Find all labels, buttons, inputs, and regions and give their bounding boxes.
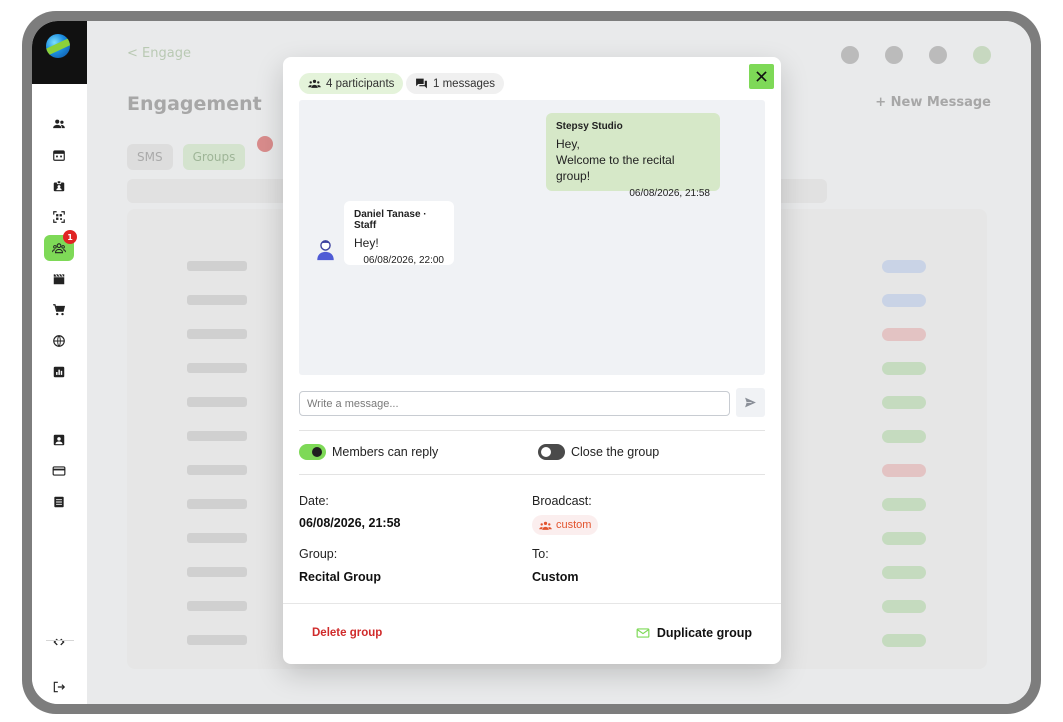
groups-icon <box>52 243 66 254</box>
mail-icon <box>636 628 650 638</box>
clapperboard-icon <box>53 274 65 285</box>
group-details-modal: 4 participants 1 messages Stepsy Studio … <box>283 57 781 664</box>
sidebar-item-qr-scan[interactable] <box>44 204 74 230</box>
broadcast-chip: custom <box>532 515 599 535</box>
participants-pill[interactable]: 4 participants <box>299 73 404 94</box>
divider <box>299 430 765 431</box>
group-value: Recital Group <box>299 570 381 584</box>
contact-card-icon <box>53 434 65 446</box>
sidebar-divider <box>46 640 74 641</box>
calendar-icon <box>53 150 65 161</box>
date-value: 06/08/2026, 21:58 <box>299 516 401 530</box>
sidebar-item-contacts[interactable] <box>44 427 74 453</box>
messages-count: 1 messages <box>433 77 496 90</box>
chart-icon <box>53 366 65 378</box>
logo-container <box>32 21 87 84</box>
sidebar-item-logout[interactable] <box>44 674 74 700</box>
messages-pill[interactable]: 1 messages <box>406 73 505 94</box>
members-reply-setting: Members can reply <box>299 444 438 460</box>
chat-thread[interactable]: Stepsy Studio Hey, Welcome to the recita… <box>299 100 765 375</box>
tab-badge <box>257 136 273 152</box>
message-text: Hey, <box>556 137 580 151</box>
sidebar-item-reports[interactable] <box>44 359 74 385</box>
message-author: Stepsy Studio <box>556 121 623 132</box>
sidebar: 1 <box>32 21 87 704</box>
top-toolbar <box>841 46 991 64</box>
group-icon <box>539 521 552 530</box>
sidebar-item-people[interactable] <box>44 111 74 137</box>
participants-count: 4 participants <box>326 77 395 90</box>
send-icon <box>745 397 756 408</box>
duplicate-group-button[interactable]: Duplicate group <box>636 626 752 640</box>
participants-icon <box>308 79 321 88</box>
globe-icon <box>53 335 65 347</box>
delete-group-button[interactable]: Delete group <box>312 627 382 639</box>
to-label: To: <box>532 547 549 561</box>
tab-groups: Groups <box>182 144 246 170</box>
notification-badge: 1 <box>63 230 77 244</box>
credit-card-icon <box>52 466 66 476</box>
badge-icon <box>53 180 65 192</box>
date-label: Date: <box>299 494 329 508</box>
to-value: Custom <box>532 570 579 584</box>
close-button[interactable] <box>749 64 774 89</box>
language-icon <box>841 46 859 64</box>
outgoing-message: Stepsy Studio Hey, Welcome to the recita… <box>546 113 720 199</box>
chat-bubbles-icon <box>416 78 427 89</box>
user-avatar-icon <box>317 240 334 261</box>
sidebar-item-documents[interactable] <box>44 489 74 515</box>
qr-scan-icon <box>53 211 65 223</box>
members-reply-toggle[interactable] <box>299 444 326 460</box>
message-text: Welcome to the recital group! <box>556 153 675 183</box>
page-title: Engagement <box>127 93 262 115</box>
incoming-message: Daniel Tanase · Staff Hey! 06/08/2026, 2… <box>344 201 454 266</box>
broadcast-label: Broadcast: <box>532 494 592 508</box>
tab-bar: SMS Groups <box>127 136 273 170</box>
cart-icon <box>53 304 66 316</box>
sidebar-item-website[interactable] <box>44 328 74 354</box>
sidebar-item-billing[interactable] <box>44 458 74 484</box>
tab-sms: SMS <box>127 144 173 170</box>
broadcast-value: custom <box>556 519 592 531</box>
sidebar-item-media[interactable] <box>44 266 74 292</box>
close-group-setting: Close the group <box>538 444 659 460</box>
close-icon <box>756 71 767 82</box>
close-group-toggle[interactable] <box>538 444 565 460</box>
duplicate-group-label: Duplicate group <box>656 626 752 640</box>
sidebar-item-shop[interactable] <box>44 297 74 323</box>
account-icon <box>973 46 991 64</box>
message-input[interactable] <box>299 391 730 416</box>
members-reply-label: Members can reply <box>332 445 439 459</box>
app-logo[interactable] <box>46 34 70 58</box>
message-timestamp: 06/08/2026, 21:58 <box>629 188 710 199</box>
list-icon <box>54 496 64 508</box>
message-author: Daniel Tanase · Staff <box>354 209 427 231</box>
settings-icon <box>929 46 947 64</box>
footer-divider <box>283 603 781 604</box>
code-icon <box>53 638 65 646</box>
send-button[interactable] <box>736 388 765 417</box>
sidebar-item-developer[interactable] <box>44 629 74 655</box>
message-timestamp: 06/08/2026, 22:00 <box>363 255 444 266</box>
message-text: Hey! <box>354 236 379 250</box>
breadcrumb: < Engage <box>127 46 191 61</box>
sidebar-item-calendar[interactable] <box>44 142 74 168</box>
close-group-label: Close the group <box>571 445 660 459</box>
group-label: Group: <box>299 547 338 561</box>
logout-icon <box>53 681 66 693</box>
people-icon <box>53 119 65 129</box>
sidebar-item-groups[interactable]: 1 <box>44 230 77 261</box>
help-icon <box>885 46 903 64</box>
new-message-button: + New Message <box>875 95 991 110</box>
sidebar-item-badge[interactable] <box>44 173 74 199</box>
divider <box>299 474 765 475</box>
